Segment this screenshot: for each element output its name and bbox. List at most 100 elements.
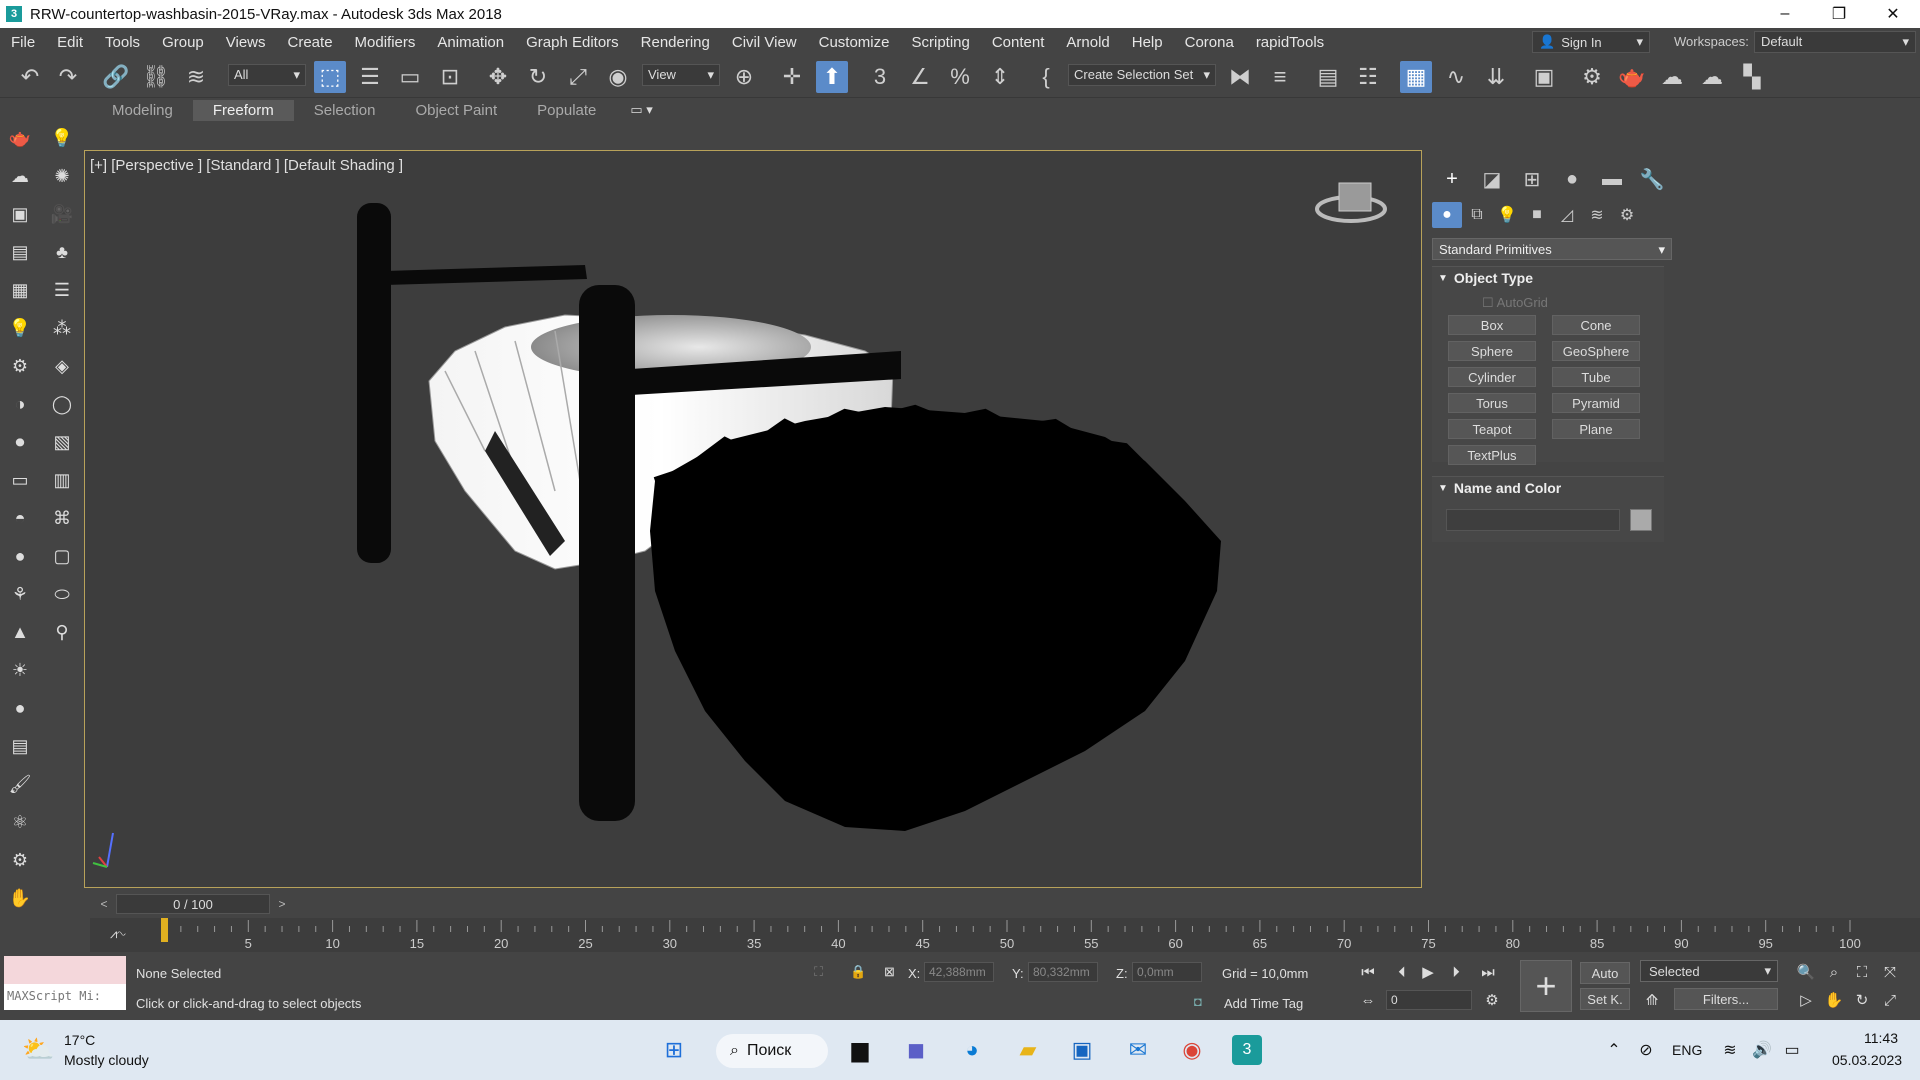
maxscript-listener[interactable]: MAXScript Mi:	[4, 956, 126, 1012]
file-explorer-icon[interactable]: ▰	[1010, 1032, 1046, 1068]
zoom-extents-icon[interactable]: ⛶	[1850, 960, 1874, 984]
maximize-viewport-icon[interactable]: ⤢	[1878, 988, 1902, 1012]
atom-icon[interactable]: ⚛	[6, 808, 34, 836]
named-selection-set-dropdown[interactable]: Create Selection Set ▾	[1068, 64, 1216, 86]
chat-icon[interactable]: ◼	[898, 1032, 934, 1068]
motion-tab-icon[interactable]: ●	[1552, 164, 1592, 194]
maxscript-input[interactable]: MAXScript Mi:	[4, 984, 126, 1010]
time-tag-icon[interactable]: ◘	[1194, 994, 1202, 1009]
track-bar[interactable]: ⩘∿ 5 10 15 20 25 30 35 40 45 50 55 60 65 70 75 80 85 90 95…	[90, 918, 1920, 952]
autogrid-checkbox[interactable]: ☐ AutoGrid	[1482, 295, 1548, 311]
box-button[interactable]: Box	[1448, 315, 1536, 335]
unlink-icon[interactable]: ⛓	[140, 61, 172, 93]
cone-icon[interactable]: ▲	[6, 618, 34, 646]
menu-content[interactable]: Content	[981, 34, 1056, 51]
light-bulb-icon[interactable]: 💡	[48, 124, 76, 152]
keyboard-shortcut-override-icon[interactable]: ⬆	[816, 61, 848, 93]
tree-icon[interactable]: ♣	[48, 238, 76, 266]
snaps-toggle-icon[interactable]: 3	[864, 61, 896, 93]
menu-views[interactable]: Views	[215, 34, 277, 51]
wifi-icon[interactable]: ≋	[1712, 1032, 1748, 1068]
pyramid-button[interactable]: Pyramid	[1552, 393, 1640, 413]
current-frame-marker[interactable]	[161, 918, 168, 942]
camera-rig-icon[interactable]: ⌘	[48, 504, 76, 532]
undo-icon[interactable]: ↶	[14, 61, 46, 93]
menu-civil-view[interactable]: Civil View	[721, 34, 808, 51]
scene-explorer-icon[interactable]: ▤	[1312, 61, 1344, 93]
tube-button[interactable]: Tube	[1552, 367, 1640, 387]
textplus-button[interactable]: TextPlus	[1448, 445, 1536, 465]
menu-scripting[interactable]: Scripting	[900, 34, 980, 51]
weather-temp[interactable]: 17°C	[64, 1032, 95, 1048]
frame-buffer-icon[interactable]: ▣	[6, 200, 34, 228]
move-icon[interactable]: ✥	[482, 61, 514, 93]
menu-rapidtools[interactable]: rapidTools	[1245, 34, 1335, 51]
dome-icon[interactable]: ◓	[6, 504, 34, 532]
select-manipulate-icon[interactable]: ✛	[776, 61, 808, 93]
plane-button[interactable]: Plane	[1552, 419, 1640, 439]
menu-create[interactable]: Create	[277, 34, 344, 51]
viewport-label[interactable]: [+] [Perspective ] [Standard ] [Default …	[90, 157, 403, 174]
chrome-icon[interactable]: ◉	[1174, 1032, 1210, 1068]
goto-start-icon[interactable]: ⏮	[1356, 960, 1380, 984]
gear-blue-icon[interactable]: ⚙	[6, 846, 34, 874]
menu-corona[interactable]: Corona	[1174, 34, 1245, 51]
link-icon[interactable]: 🔗	[100, 61, 132, 93]
object-type-header[interactable]: ▼ Object Type	[1432, 267, 1664, 289]
battery-icon[interactable]: ▭	[1774, 1032, 1810, 1068]
isolate-selection-icon[interactable]: ⛶	[814, 964, 823, 980]
edge-browser-icon[interactable]: ◕	[954, 1032, 990, 1068]
primitive-category-dropdown[interactable]: Standard Primitives ▾	[1432, 238, 1672, 260]
3dsmax-app-icon[interactable]: 3	[6, 6, 22, 22]
chevron-up-icon[interactable]: ⌃	[1596, 1032, 1632, 1068]
auto-key-button[interactable]: Auto	[1580, 962, 1630, 984]
rendered-frame-window-icon[interactable]: 🫖	[1616, 61, 1648, 93]
set-key-big-icon[interactable]: +	[1520, 960, 1572, 1012]
menu-group[interactable]: Group	[151, 34, 215, 51]
menu-graph-editors[interactable]: Graph Editors	[515, 34, 630, 51]
scale-icon[interactable]: ⤢	[562, 61, 594, 93]
menu-file[interactable]: File	[0, 34, 46, 51]
window-crossing-icon[interactable]: ⊡	[434, 61, 466, 93]
torus-button[interactable]: Torus	[1448, 393, 1536, 413]
sphere-icon[interactable]: ●	[6, 542, 34, 570]
name-and-color-header[interactable]: ▼ Name and Color	[1432, 477, 1664, 499]
time-config-icon[interactable]: ⚙	[1480, 988, 1504, 1012]
pivot-center-icon[interactable]: ⊕	[728, 61, 760, 93]
network-off-icon[interactable]: ⊘	[1628, 1032, 1664, 1068]
a360-gallery-icon[interactable]: ▚	[1736, 61, 1768, 93]
tab-selection[interactable]: Selection	[294, 100, 396, 121]
modify-tab-icon[interactable]: ◪	[1472, 164, 1512, 194]
store-icon[interactable]: ▣	[1064, 1032, 1100, 1068]
tab-modeling[interactable]: Modeling	[92, 100, 193, 121]
mesh-icon[interactable]: ⬭	[48, 580, 76, 608]
display-tab-icon[interactable]: ▬	[1592, 164, 1632, 194]
sign-in-dropdown[interactable]: 👤 Sign In ▾	[1532, 31, 1650, 53]
close-button[interactable]: ✕	[1866, 0, 1920, 28]
minimize-button[interactable]: –	[1758, 0, 1812, 28]
create-tab-icon[interactable]: +	[1432, 164, 1472, 194]
weather-cloud-icon[interactable]: ⛅	[22, 1034, 54, 1065]
bulb-material-icon[interactable]: 💡	[6, 314, 34, 342]
previous-frame-icon[interactable]: ⏴	[1390, 960, 1414, 984]
render-production-icon[interactable]: ☁	[1656, 61, 1688, 93]
menu-rendering[interactable]: Rendering	[630, 34, 721, 51]
cylinder-button[interactable]: Cylinder	[1448, 367, 1536, 387]
reference-coordinate-dropdown[interactable]: View ▾	[642, 64, 720, 86]
task-view-icon[interactable]: ▆	[842, 1032, 878, 1068]
weather-status[interactable]: Mostly cloudy	[64, 1052, 149, 1068]
object-color-swatch[interactable]	[1630, 509, 1652, 531]
add-time-tag[interactable]: Add Time Tag	[1224, 996, 1303, 1011]
sun-yellow-icon[interactable]: ☀	[6, 656, 34, 684]
menu-animation[interactable]: Animation	[426, 34, 515, 51]
edit-named-selection-icon[interactable]: {	[1030, 61, 1062, 93]
key-mode-icon[interactable]: ⇔	[1356, 988, 1380, 1012]
table-icon[interactable]: ▦	[6, 276, 34, 304]
percent-snap-icon[interactable]: %	[944, 61, 976, 93]
layer-explorer-icon[interactable]: ☷	[1352, 61, 1384, 93]
play-icon[interactable]: ▶	[1416, 960, 1440, 984]
geometry-icon[interactable]: ●	[1432, 202, 1462, 228]
time-slider-next[interactable]: >	[272, 894, 292, 914]
language-indicator[interactable]: ENG	[1672, 1042, 1702, 1058]
restore-button[interactable]: ❐	[1812, 0, 1866, 28]
